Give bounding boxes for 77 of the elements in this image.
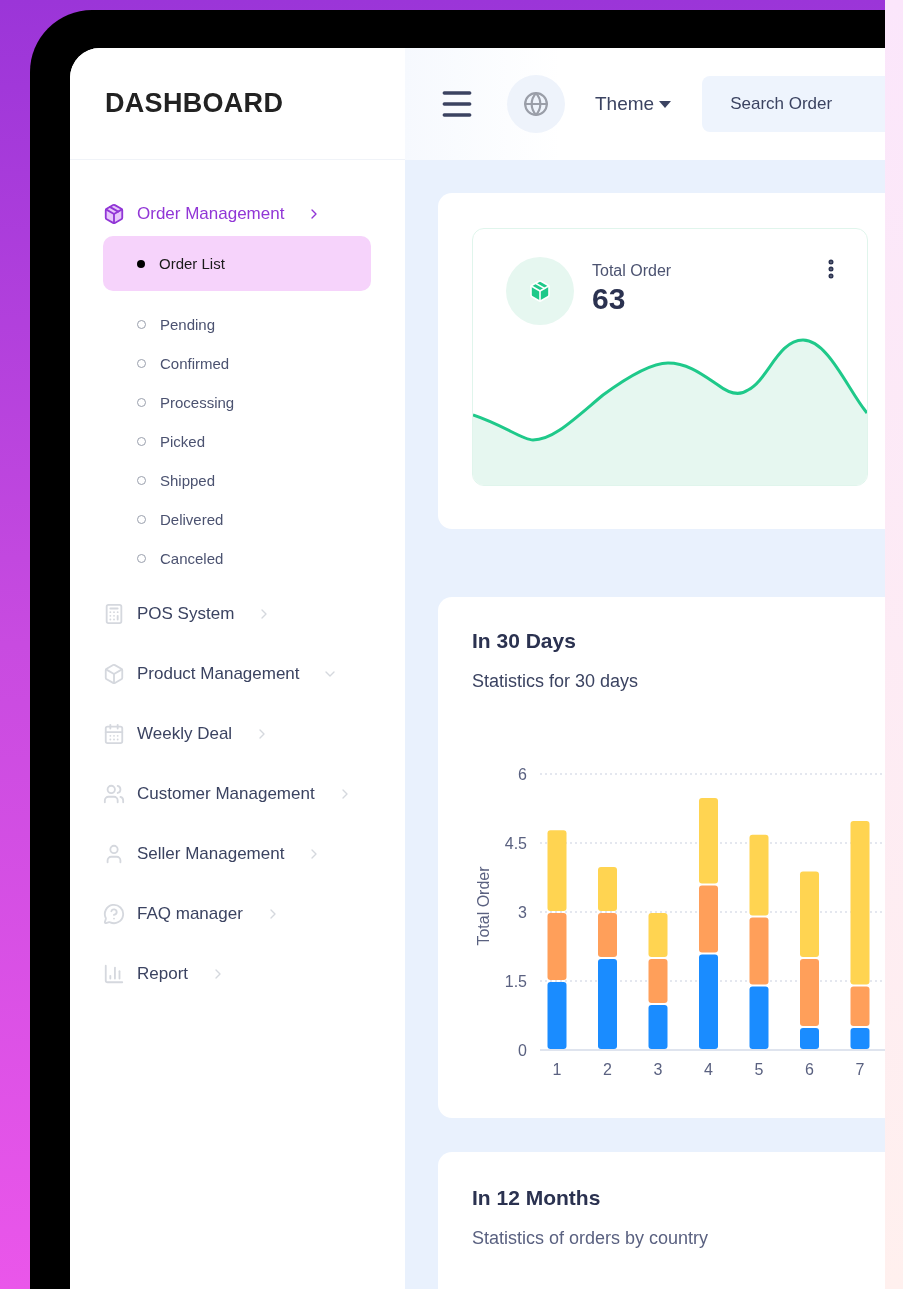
sidebar-item-label: Weekly Deal: [137, 724, 233, 744]
x-tick-label: 3: [653, 1061, 663, 1078]
sidebar-item[interactable]: Customer Management: [103, 764, 405, 824]
caret-icon: [658, 99, 673, 109]
calendar-icon: [103, 723, 125, 745]
package-icon: [103, 203, 125, 225]
y-axis-title: Total Order: [475, 866, 492, 946]
bar: [547, 913, 567, 980]
card-subtitle: Statistics of orders by country: [472, 1228, 710, 1249]
sidebar-item[interactable]: FAQ manager: [103, 884, 405, 944]
sidebar-item-label: Order Management: [137, 204, 285, 224]
theme-dropdown[interactable]: Theme: [595, 93, 673, 115]
submenu-item[interactable]: Shipped: [103, 461, 371, 500]
x-tick-label: 7: [855, 1061, 865, 1078]
y-tick-label: 4.5: [504, 835, 527, 852]
submenu-label: Order List: [159, 255, 225, 272]
y-tick-label: 3: [518, 904, 527, 921]
sidebar-item-label: Product Management: [137, 664, 300, 684]
x-tick-label: 5: [754, 1061, 764, 1078]
y-tick-label: 1.5: [504, 973, 527, 990]
sidebar-item[interactable]: Order Management: [103, 196, 405, 232]
submenu-label: Processing: [160, 394, 235, 411]
submenu-label: Delivered: [160, 511, 224, 528]
submenu-label: Confirmed: [160, 355, 230, 372]
sidebar-item-label: Customer Management: [137, 784, 315, 804]
globe-icon: [523, 91, 549, 117]
bullet-icon: [137, 259, 145, 268]
sidebar-item[interactable]: Report: [103, 944, 405, 1004]
stat-value: 63: [592, 282, 627, 316]
stat-label: Total Order: [592, 262, 673, 280]
submenu-item[interactable]: Delivered: [103, 500, 371, 539]
calculator-icon: [103, 603, 125, 625]
bar: [648, 959, 668, 1003]
sidebar-item-label: Report: [137, 964, 189, 984]
sidebar-item[interactable]: Seller Management: [103, 824, 405, 884]
submenu-item[interactable]: Confirmed: [103, 344, 371, 383]
bar: [850, 1028, 870, 1049]
box-icon: [103, 663, 125, 685]
card-title: In 30 Days: [472, 629, 577, 653]
sidebar-item-label: Seller Management: [137, 844, 285, 864]
bar: [598, 913, 617, 957]
sidebar-item-label: FAQ manager: [137, 904, 243, 924]
x-tick-label: 6: [805, 1061, 814, 1078]
people-icon: [103, 783, 125, 805]
x-tick-label: 4: [704, 1061, 713, 1078]
sidebar-item[interactable]: POS System: [103, 584, 405, 644]
bar: [800, 959, 819, 1026]
bar: [648, 913, 668, 957]
search-field[interactable]: Search Order: [702, 76, 885, 132]
y-tick-label: 0: [518, 1042, 527, 1059]
bar: [648, 1005, 668, 1049]
y-tick-label: 6: [518, 766, 527, 783]
sidebar-item-label: POS System: [137, 604, 235, 624]
question-bubble-icon: [103, 903, 125, 925]
bar: [749, 917, 769, 985]
sidebar-item[interactable]: Product Management: [103, 644, 405, 704]
submenu-label: Canceled: [160, 550, 224, 567]
bar: [598, 867, 617, 911]
submenu-label: Picked: [160, 433, 206, 450]
sidebar-item[interactable]: Weekly Deal: [103, 704, 405, 764]
submenu-item[interactable]: Picked: [103, 422, 371, 461]
submenu-item[interactable]: Processing: [103, 383, 371, 422]
bar: [699, 885, 718, 953]
bar: [547, 982, 567, 1049]
dashboard-title: DASHBOARD: [105, 88, 284, 119]
submenu-label: Shipped: [160, 472, 216, 489]
x-tick-label: 1: [552, 1061, 562, 1078]
card-title: In 12 Months: [472, 1186, 602, 1210]
submenu-item[interactable]: Pending: [103, 305, 371, 344]
submenu-item[interactable]: Canceled: [103, 539, 371, 578]
card-subtitle: Statistics for 30 days: [472, 671, 640, 692]
x-tick-label: 2: [603, 1061, 612, 1078]
submenu-item[interactable]: Order List: [103, 236, 371, 291]
submenu-label: Pending: [160, 316, 216, 333]
bar-chart-icon: [103, 963, 125, 985]
bar: [800, 1028, 819, 1049]
bar: [749, 986, 769, 1049]
